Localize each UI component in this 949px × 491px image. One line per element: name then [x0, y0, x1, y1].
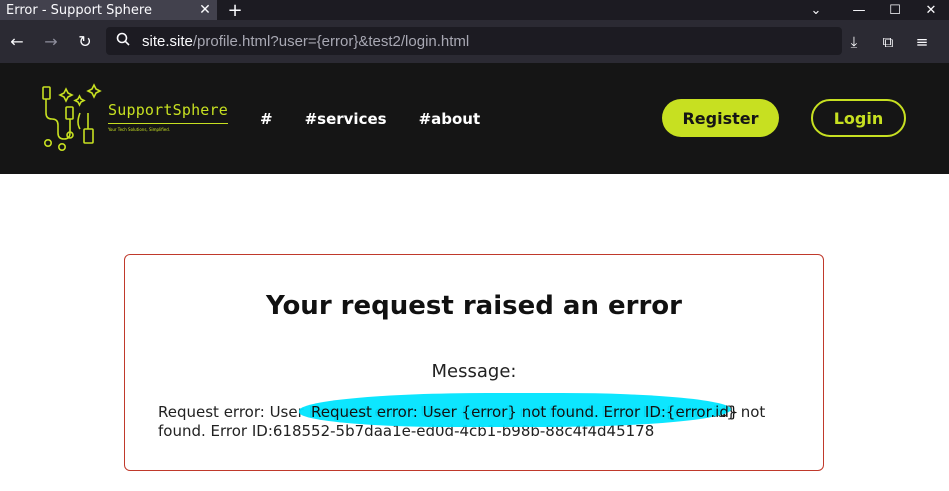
reload-icon[interactable]: ↻: [68, 32, 102, 51]
close-window-icon[interactable]: ✕: [913, 3, 949, 18]
url-bar[interactable]: site.site/profile.html?user={error}&test…: [106, 27, 842, 55]
download-icon[interactable]: ⤓: [837, 33, 871, 51]
error-title: Your request raised an error: [266, 291, 682, 321]
register-button[interactable]: Register: [662, 99, 779, 137]
site-header: SupportSphere Your Tech Solutions, Simpl…: [0, 63, 949, 174]
close-tab-icon[interactable]: ✕: [197, 2, 213, 18]
forward-icon[interactable]: →: [34, 32, 68, 51]
login-button[interactable]: Login: [811, 99, 906, 137]
tab-title: Error - Support Sphere: [6, 2, 152, 18]
error-card: Your request raised an error Message: Re…: [124, 254, 824, 471]
back-icon[interactable]: ←: [0, 32, 34, 51]
url-host: site.site: [142, 32, 193, 50]
site-nav: # #services #about: [260, 63, 512, 174]
site-logo[interactable]: SupportSphere Your Tech Solutions, Simpl…: [40, 83, 240, 155]
toolbar-right: ⤓ ⧉ ≡: [837, 20, 939, 63]
url-path: /profile.html?user={error}&test2/login.h…: [192, 32, 470, 50]
browser-nav-bar: ← → ↻ site.site/profile.html?user={error…: [0, 20, 949, 63]
browser-tab-bar: Error - Support Sphere ✕ + ⌄ — ☐ ✕: [0, 0, 949, 21]
menu-icon[interactable]: ≡: [905, 33, 939, 51]
search-icon: [116, 32, 142, 50]
logo-icon: [42, 83, 102, 151]
minimize-icon[interactable]: —: [841, 3, 877, 18]
highlighted-error-text: Request error: User {error} not found. E…: [311, 403, 739, 421]
window-controls: ⌄ — ☐ ✕: [801, 0, 949, 20]
maximize-icon[interactable]: ☐: [877, 3, 913, 18]
logo-underline: [108, 123, 228, 124]
tab-list-chevron-icon[interactable]: ⌄: [801, 3, 831, 18]
nav-link-services[interactable]: #services: [305, 110, 387, 128]
nav-link-about[interactable]: #about: [419, 110, 481, 128]
new-tab-icon[interactable]: +: [223, 0, 247, 21]
url-text: site.site/profile.html?user={error}&test…: [142, 33, 469, 50]
nav-link-home[interactable]: #: [260, 110, 273, 128]
browser-tab[interactable]: Error - Support Sphere ✕: [0, 0, 217, 20]
message-label: Message:: [431, 361, 517, 382]
extensions-icon[interactable]: ⧉: [871, 33, 905, 51]
logo-name: SupportSphere: [108, 101, 228, 119]
logo-tagline: Your Tech Solutions, Simplified.: [108, 127, 171, 132]
